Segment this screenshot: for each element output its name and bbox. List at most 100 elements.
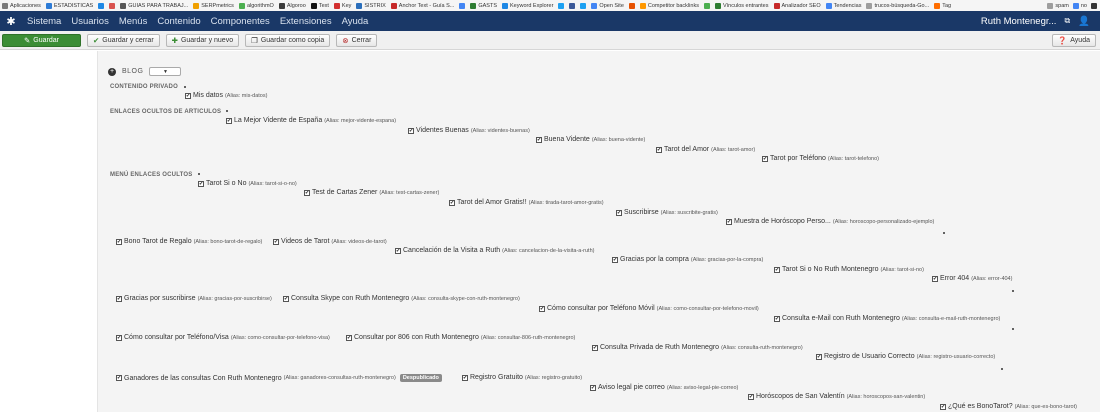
save-new-button[interactable]: ✚ Guardar y nuevo [165, 33, 240, 47]
menu-item-row: ✔ Bono Tarot de Regalo (Alias: bono-tarot-… [116, 238, 262, 245]
bookmark-item[interactable]: Keyword Explorer [502, 2, 553, 9]
menu-item-checkbox[interactable]: ✔ [116, 238, 122, 245]
menu-item-row: ✔ Videntes Buenas (Alias: videntes-buenas) [408, 127, 530, 134]
bookmark-item[interactable]: Tendencias [825, 2, 861, 9]
bookmark-item[interactable]: SISTRIX [356, 2, 386, 9]
menu-item-alias: (Alias: gracias-por-suscribirse) [197, 295, 272, 302]
plus-icon: ✚ [171, 35, 178, 45]
bookmark-item[interactable]: SERPmetrics [193, 2, 234, 9]
save-close-button[interactable]: ✔ Guardar y cerrar [87, 33, 160, 47]
bookmark-item[interactable]: Open Site [591, 2, 624, 9]
expand-icon[interactable]: + [108, 67, 116, 76]
bookmark-item[interactable] [459, 2, 466, 9]
bookmark-label: trucos-búsqueda-Go... [874, 2, 930, 9]
menu-item-checkbox[interactable]: ✔ [932, 275, 938, 282]
menu-item-checkbox[interactable]: ✔ [726, 218, 732, 225]
bookmark-item[interactable]: Competitor backlinks [639, 2, 699, 9]
menu-extensiones[interactable]: Extensiones [275, 16, 337, 27]
menu-item-alias: (Alias: horoscopos-san-valentin) [846, 393, 926, 400]
bookmark-item[interactable]: spam [1047, 2, 1069, 9]
bookmark-item[interactable]: algorithmO [238, 2, 274, 9]
menu-item-checkbox[interactable]: ✔ [940, 403, 946, 410]
bookmark-favicon-icon [558, 2, 565, 9]
menu-componentes[interactable]: Componentes [206, 16, 275, 27]
menu-item-checkbox[interactable]: ✔ [748, 393, 754, 400]
joomla-icon[interactable]: ✱ [0, 11, 22, 31]
bookmark-item[interactable]: Analizador SEO [773, 2, 821, 9]
bookmark-item[interactable] [558, 2, 565, 9]
menu-item-row: ✔ Error 404 (Alias: error-404) [932, 275, 1012, 282]
bookmark-item[interactable]: Aplicaciones [2, 2, 41, 9]
menu-sistema[interactable]: Sistema [22, 16, 66, 27]
menu-item-label: Gracias por suscribirse [124, 295, 196, 302]
menu-item-checkbox[interactable]: ✔ [408, 127, 414, 134]
menu-item-alias: (Alias: gracias-por-la-compra) [690, 256, 764, 263]
menu-item-checkbox[interactable]: ✔ [592, 344, 598, 351]
menu-ayuda[interactable]: Ayuda [337, 16, 374, 27]
menu-item-checkbox[interactable]: ✔ [612, 256, 618, 263]
menu-item-checkbox[interactable]: ✔ [116, 334, 122, 341]
menu-item-checkbox[interactable]: ✔ [395, 247, 401, 254]
menu-item-checkbox[interactable]: ✔ [536, 136, 542, 143]
menu-item-checkbox[interactable]: ✔ [462, 374, 468, 381]
menu-item-checkbox[interactable]: ✔ [816, 353, 822, 360]
menu-item-row: ✔ Tarot Si o No Ruth Montenegro (Alias: ta… [774, 266, 924, 273]
menu-item-checkbox[interactable]: ✔ [185, 92, 191, 99]
bookmark-item[interactable] [628, 2, 635, 9]
menu-item-checkbox[interactable]: ✔ [774, 315, 780, 322]
menu-item-checkbox[interactable]: ✔ [539, 305, 545, 312]
menu-menus[interactable]: Menús [114, 16, 153, 27]
bookmark-item[interactable]: GUIAS PARA TRABAJ... [120, 2, 188, 9]
menu-item-checkbox[interactable]: ✔ [116, 375, 122, 381]
site-name-link[interactable]: Ruth Montenegr... [981, 16, 1057, 27]
menu-item-checkbox[interactable]: ✔ [762, 155, 768, 162]
menu-contenido[interactable]: Contenido [152, 16, 205, 27]
blog-dropdown-button[interactable]: ▼ [149, 67, 182, 76]
external-link-icon[interactable]: ⧉ [1064, 16, 1070, 26]
bookmark-item[interactable]: Vínculos entrantes [714, 2, 769, 9]
menu-item-checkbox[interactable]: ✔ [226, 117, 232, 124]
menu-item-row: ✔ Registro Gratuito (Alias: registro-gratu… [462, 374, 582, 381]
menu-item-checkbox[interactable]: ✔ [198, 180, 204, 187]
menu-item-checkbox[interactable]: ✔ [656, 146, 662, 153]
close-button[interactable]: ⊗ Cerrar [336, 33, 378, 47]
menu-usuarios[interactable]: Usuarios [66, 16, 114, 27]
menu-item-label: Buena Vidente [544, 136, 590, 143]
help-button[interactable]: ❓ Ayuda [1051, 34, 1096, 47]
menu-item-checkbox[interactable]: ✔ [346, 334, 352, 341]
bookmark-item[interactable] [98, 2, 105, 9]
bookmark-favicon-icon [390, 2, 397, 9]
save-copy-button[interactable]: ❐ Guardar como copia [245, 33, 331, 47]
bookmark-item[interactable] [569, 2, 576, 9]
bookmark-item[interactable]: ESTADISTICAS [45, 2, 93, 9]
bookmark-item[interactable]: Tag [934, 2, 951, 9]
save-button[interactable]: ✎ Guardar [2, 33, 81, 47]
menu-item-alias: (Alias: como-consultar-por-telefono-visa… [230, 334, 330, 341]
bookmark-item[interactable]: Text [310, 2, 329, 9]
bookmark-item[interactable]: GASTS [470, 2, 497, 9]
bookmark-item[interactable] [580, 2, 587, 9]
bookmark-favicon-icon [934, 2, 941, 9]
bookmark-item[interactable]: Anchor Text - Guía S... [390, 2, 454, 9]
menu-item-label: Aviso legal pie correo [598, 384, 665, 391]
menu-item-checkbox[interactable]: ✔ [449, 199, 455, 206]
bookmark-item[interactable] [703, 2, 710, 9]
question-icon: ❓ [1057, 36, 1068, 45]
bookmark-item[interactable]: Key [333, 2, 351, 9]
menu-item-checkbox[interactable]: ✔ [116, 295, 122, 302]
bookmark-favicon-icon [193, 2, 200, 9]
menu-item-row: ✔ Tarot por Teléfono (Alias: tarot-telefon… [762, 155, 879, 162]
menu-item-row: ✔ Test de Cartas Zener (Alias: test-cartas… [304, 189, 439, 196]
menu-item-checkbox[interactable]: ✔ [304, 189, 310, 196]
bookmark-item[interactable]: trucos-búsqueda-Go... [866, 2, 930, 9]
menu-item-checkbox[interactable]: ✔ [273, 238, 279, 245]
bookmark-item[interactable] [1091, 2, 1097, 9]
menu-item-checkbox[interactable]: ✔ [590, 384, 596, 391]
user-icon[interactable]: 👤 [1078, 16, 1090, 27]
menu-item-checkbox[interactable]: ✔ [774, 266, 780, 273]
menu-item-checkbox[interactable]: ✔ [283, 295, 289, 302]
bookmark-item[interactable] [109, 2, 116, 9]
bookmark-item[interactable]: Algoroo [278, 2, 306, 9]
bookmark-item[interactable]: no [1072, 2, 1087, 9]
menu-item-checkbox[interactable]: ✔ [616, 209, 622, 216]
